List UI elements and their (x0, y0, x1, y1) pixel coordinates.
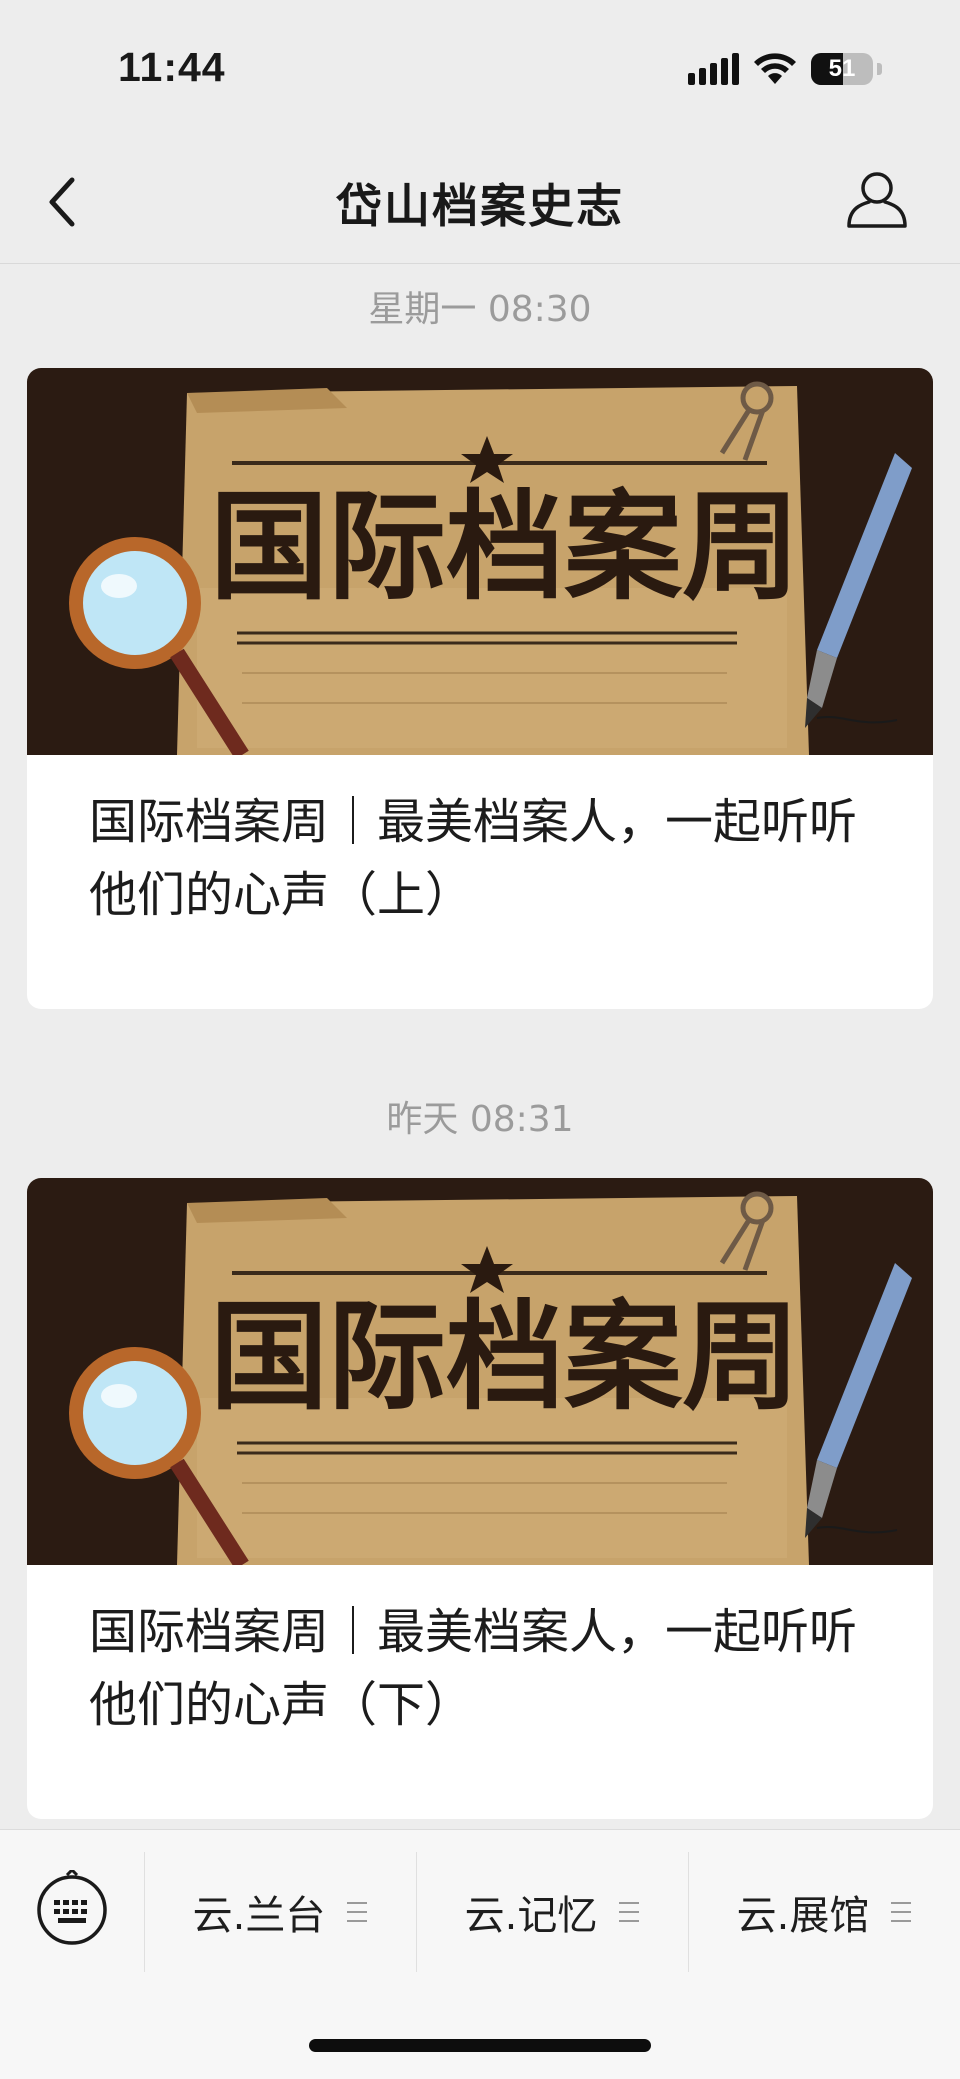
menu-list-icon (619, 1902, 640, 1922)
battery-icon: 51 (811, 53, 873, 85)
article-title: 国际档案周｜最美档案人，一起听听他们的心声（上） (89, 794, 858, 923)
article-card[interactable]: 国际档案周 国际档案周｜最美档案人，一起听听他们的心声（上） (27, 368, 933, 1009)
keyboard-icon[interactable] (34, 1870, 110, 1946)
menu-item-lantai[interactable]: 云.兰台 (145, 1852, 415, 1972)
page-title: 岱山档案史志 (336, 179, 624, 233)
menu-item-jiyi[interactable]: 云.记忆 (417, 1852, 687, 1972)
article-card[interactable]: 国际档案周 国际档案周｜最美档案人，一起听听他们的心声（下） (27, 1178, 933, 1819)
signal-icon (688, 53, 739, 85)
menu-item-zhanguan[interactable]: 云.展馆 (689, 1852, 959, 1972)
nav-bar: 岱山档案史志 (0, 140, 960, 264)
article-title: 国际档案周｜最美档案人，一起听听他们的心声（下） (89, 1604, 858, 1733)
wifi-icon (754, 53, 796, 84)
article-cover-image: 国际档案周 (27, 1178, 933, 1565)
cover-title-text: 国际档案周 (210, 1288, 800, 1426)
bottom-menu: 云.兰台 云.记忆 云.展馆 (0, 1829, 960, 2079)
menu-label: 云.展馆 (736, 1893, 870, 1939)
timestamp: 昨天 08:31 (386, 1099, 574, 1140)
menu-list-icon (347, 1902, 368, 1922)
timestamp: 星期一 08:30 (368, 289, 592, 330)
person-icon[interactable] (844, 166, 910, 232)
status-icons: 51 (688, 52, 882, 86)
menu-label: 云.兰台 (192, 1893, 326, 1939)
menu-label: 云.记忆 (464, 1893, 598, 1939)
home-indicator[interactable] (309, 2039, 651, 2052)
status-bar: 11:44 51 (0, 0, 960, 140)
menu-list-icon (891, 1902, 912, 1922)
article-cover-image: 国际档案周 (27, 368, 933, 755)
cover-title-text: 国际档案周 (210, 478, 800, 616)
battery-level: 51 (828, 55, 856, 82)
status-time: 11:44 (118, 44, 226, 90)
